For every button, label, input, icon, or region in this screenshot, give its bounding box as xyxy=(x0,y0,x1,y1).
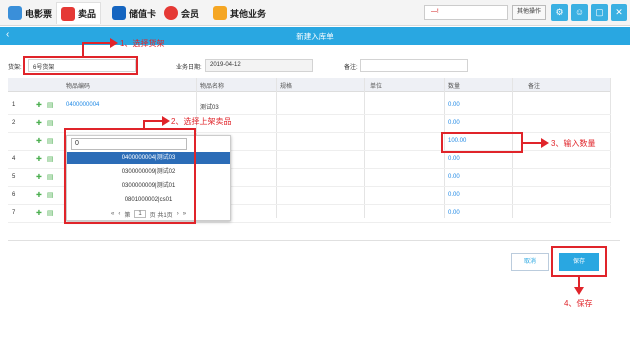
date-label: 业务日期: xyxy=(176,65,202,71)
page-title: 新建入库单 xyxy=(296,32,334,41)
col-remark: 备注 xyxy=(528,84,541,90)
callout-arrow xyxy=(143,120,163,122)
popcorn-icon xyxy=(61,6,75,21)
other-operations-button[interactable]: 其他操作 xyxy=(512,5,546,20)
tab-movie-tickets[interactable]: 电影票 xyxy=(4,2,56,24)
col-quantity: 数量 xyxy=(448,84,461,90)
callout-box-quantity xyxy=(441,132,523,153)
row-add-icon[interactable]: ✚▤ xyxy=(36,155,58,163)
arrow-head-icon xyxy=(574,287,584,295)
quantity-cell[interactable]: 0.00 xyxy=(448,210,460,216)
card-icon xyxy=(112,6,126,20)
callout-step4: 4、保存 xyxy=(564,299,593,308)
note-field[interactable] xyxy=(360,59,468,72)
misc-icon xyxy=(213,6,227,20)
film-icon xyxy=(8,6,22,20)
tab-label: 卖品 xyxy=(78,9,97,19)
item-code-cell[interactable]: 0400000004 xyxy=(66,102,99,108)
quantity-cell[interactable]: 0.00 xyxy=(448,174,460,180)
table-header: 物品编码 物品名称 规格 单位 数量 备注 xyxy=(8,78,611,92)
arrow-head-icon xyxy=(541,138,549,148)
tab-other-business[interactable]: 其他业务 xyxy=(209,2,270,24)
user-icon[interactable]: ☺ xyxy=(571,4,588,21)
row-add-icon[interactable]: ✚▤ xyxy=(36,137,58,145)
quantity-cell[interactable]: 0.00 xyxy=(448,192,460,198)
callout-box-shelf xyxy=(23,56,138,75)
tab-label: 储值卡 xyxy=(129,8,157,19)
row-add-icon[interactable]: ✚▤ xyxy=(36,119,58,127)
arrow-head-icon xyxy=(110,38,118,48)
quantity-cell[interactable]: 0.00 xyxy=(448,156,460,162)
row-number: 2 xyxy=(12,120,16,126)
row-add-icon[interactable]: ✚▤ xyxy=(36,191,58,199)
quantity-cell[interactable]: 0.00 xyxy=(448,102,460,108)
callout-box-item xyxy=(64,128,196,224)
callout-step2: 2、选择上架卖品 xyxy=(171,117,232,126)
window-icon[interactable]: ▢ xyxy=(591,4,608,21)
row-add-icon[interactable]: ✚▤ xyxy=(36,209,58,217)
callout-arrow xyxy=(523,142,543,144)
col-item-code: 物品编码 xyxy=(66,84,91,90)
row-add-icon[interactable]: ✚▤ xyxy=(36,101,58,109)
callout-arrow xyxy=(82,42,84,56)
heart-icon xyxy=(164,6,178,20)
note-label: 备注: xyxy=(344,65,358,71)
quantity-cell[interactable]: 0.00 xyxy=(448,120,460,126)
row-number: 4 xyxy=(12,156,16,162)
callout-step1: 1、选择货架 xyxy=(120,39,165,48)
close-icon[interactable]: ✕ xyxy=(611,4,627,21)
callout-box-save xyxy=(551,246,607,277)
tab-label: 其他业务 xyxy=(230,8,267,19)
row-add-icon[interactable]: ✚▤ xyxy=(36,173,58,181)
date-field[interactable]: 2019-04-12 xyxy=(205,59,313,72)
top-nav: 电影票 卖品 储值卡 会员 其他业务 —! 其他操作 ⚙ ☺ ▢ ✕ xyxy=(0,0,630,26)
table-row: 1 ✚▤ 0400000004 测试03 0.00 xyxy=(8,97,611,115)
callout-step3: 3、输入数量 xyxy=(551,139,596,148)
row-number: 7 xyxy=(12,210,16,216)
tab-label: 电影票 xyxy=(25,8,53,19)
tab-label: 会员 xyxy=(181,8,200,19)
search-input[interactable]: —! xyxy=(424,5,508,20)
tab-stored-value-card[interactable]: 储值卡 xyxy=(108,2,160,24)
item-name-cell: 测试03 xyxy=(200,105,219,111)
col-unit: 单位 xyxy=(370,84,383,90)
row-number: 1 xyxy=(12,102,16,108)
divider xyxy=(8,240,620,241)
col-spec: 规格 xyxy=(280,84,293,90)
tab-concessions[interactable]: 卖品 xyxy=(56,2,102,24)
shelf-label: 货架: xyxy=(8,65,22,71)
callout-arrow xyxy=(82,42,112,44)
arrow-head-icon xyxy=(162,116,170,126)
row-number: 5 xyxy=(12,174,16,180)
row-number: 6 xyxy=(12,192,16,198)
settings-icon[interactable]: ⚙ xyxy=(551,4,568,21)
cancel-button[interactable]: 取消 xyxy=(511,253,549,271)
col-item-name: 物品名称 xyxy=(200,84,225,90)
tab-members[interactable]: 会员 xyxy=(160,2,203,24)
